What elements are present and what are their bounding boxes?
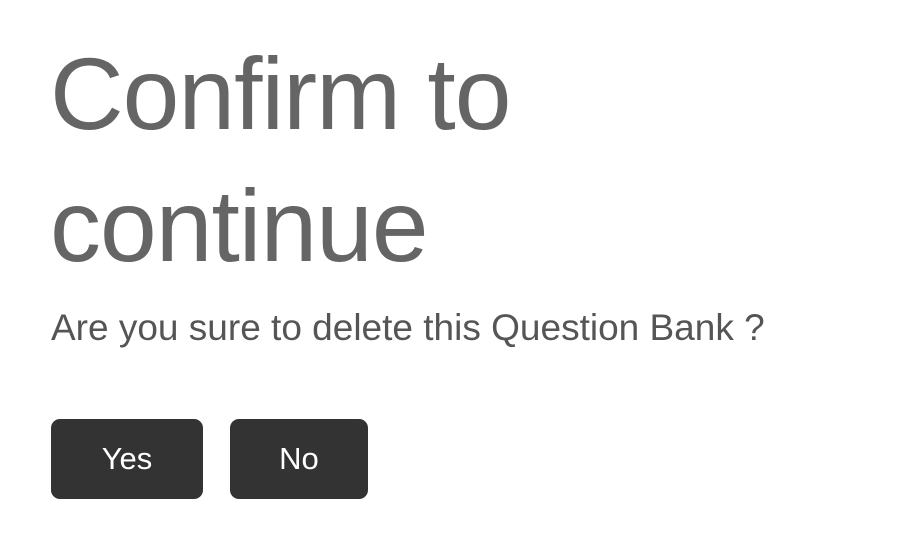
dialog-message: Are you sure to delete this Question Ban… [51, 307, 765, 348]
no-button[interactable]: No [230, 419, 368, 499]
confirm-dialog: Confirm to continue Are you sure to dele… [0, 0, 910, 535]
dialog-title: Confirm to continue [50, 37, 511, 283]
yes-button[interactable]: Yes [51, 419, 203, 499]
dialog-button-row: Yes No [51, 419, 368, 499]
